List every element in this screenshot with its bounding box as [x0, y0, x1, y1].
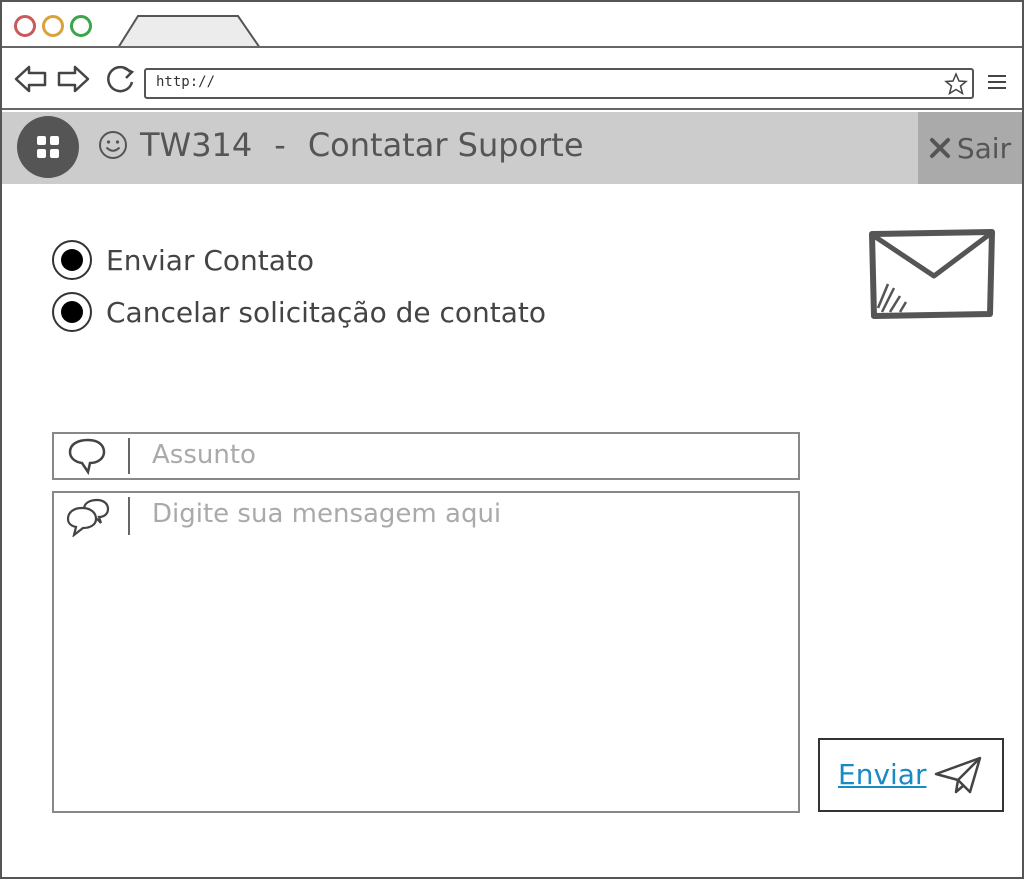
- maximize-window-button[interactable]: [70, 15, 92, 37]
- app-menu-button[interactable]: [17, 116, 79, 178]
- message-divider: [128, 497, 130, 535]
- speech-bubbles-icon: [66, 498, 110, 537]
- close-x-icon: [929, 138, 950, 158]
- option-send-contact[interactable]: Enviar Contato: [52, 240, 314, 280]
- option-cancel-request-label: Cancelar solicitação de contato: [106, 295, 547, 329]
- star-icon[interactable]: [944, 72, 968, 96]
- address-bar[interactable]: http://: [144, 68, 974, 99]
- subject-placeholder: Assunto: [152, 440, 256, 470]
- browser-toolbar: http://: [2, 48, 1022, 110]
- subject-divider: [128, 438, 130, 474]
- smiley-icon: [99, 131, 127, 159]
- reload-icon[interactable]: [104, 64, 138, 94]
- address-bar-text: http://: [156, 74, 216, 90]
- send-button[interactable]: Enviar: [818, 738, 1004, 812]
- browser-tab[interactable]: [114, 14, 264, 48]
- message-textarea[interactable]: Digite sua mensagem aqui: [52, 491, 800, 813]
- radio-send-contact[interactable]: [52, 240, 92, 280]
- radio-cancel-request[interactable]: [52, 292, 92, 332]
- option-send-contact-label: Enviar Contato: [106, 243, 315, 277]
- logout-button[interactable]: Sair: [918, 112, 1022, 184]
- paper-plane-icon: [934, 756, 982, 794]
- hamburger-icon[interactable]: [988, 75, 1006, 89]
- app-header: TW314 - Contatar Suporte Sair: [2, 112, 1022, 184]
- close-window-button[interactable]: [14, 15, 36, 37]
- app-code: TW314: [140, 126, 253, 164]
- send-label: Enviar: [838, 758, 927, 791]
- envelope-icon: [869, 229, 995, 319]
- subject-input[interactable]: Assunto: [52, 432, 800, 480]
- title-separator: -: [274, 126, 286, 164]
- grid-icon: [37, 136, 59, 158]
- minimize-window-button[interactable]: [42, 15, 64, 37]
- message-placeholder: Digite sua mensagem aqui: [152, 499, 502, 529]
- back-arrow-icon[interactable]: [14, 64, 48, 94]
- page-title: TW314 - Contatar Suporte: [98, 126, 584, 164]
- option-cancel-request[interactable]: Cancelar solicitação de contato: [52, 292, 546, 332]
- page-title-text: Contatar Suporte: [307, 126, 584, 164]
- logout-label: Sair: [956, 131, 1012, 165]
- forward-arrow-icon[interactable]: [56, 64, 90, 94]
- title-bar: [2, 2, 1022, 48]
- speech-bubble-icon: [68, 438, 106, 476]
